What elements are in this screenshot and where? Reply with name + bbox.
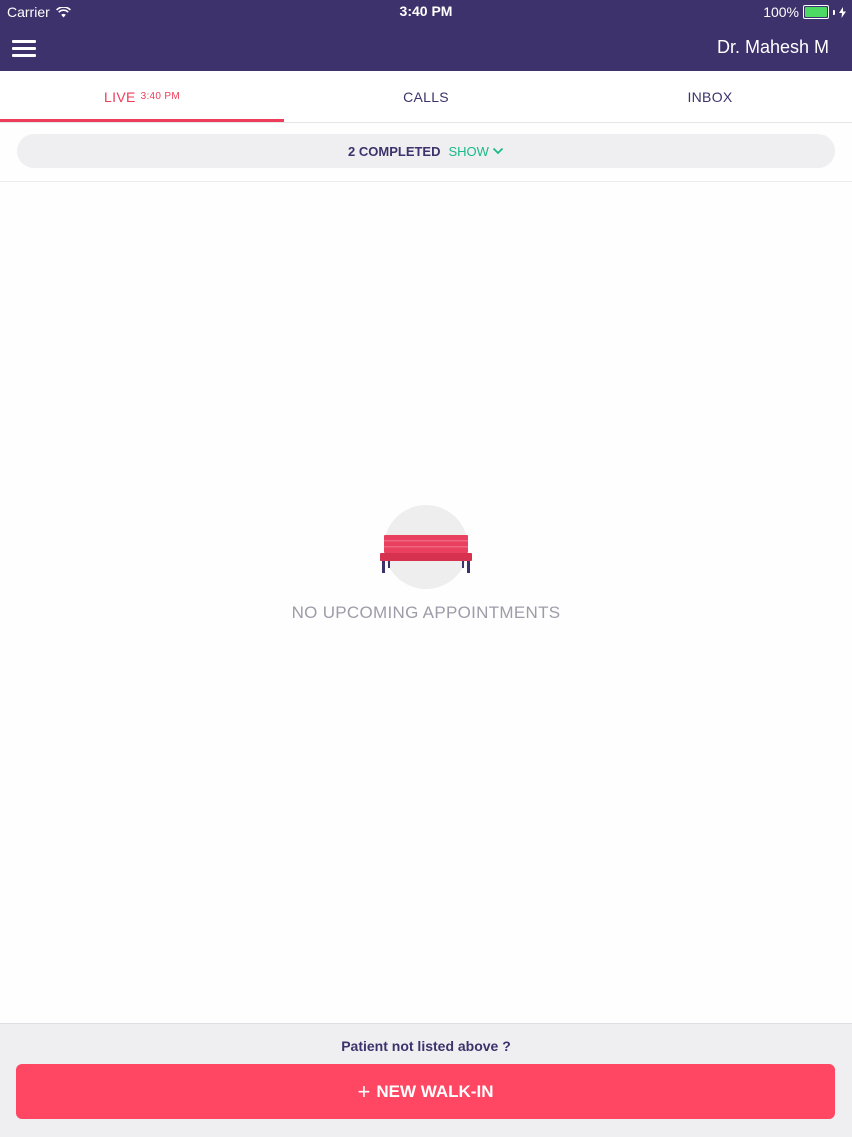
new-walk-in-label: NEW WALK-IN [376, 1081, 494, 1101]
status-time: 3:40 PM [399, 3, 453, 19]
battery-percent: 100% [763, 4, 799, 20]
hamburger-menu-icon[interactable] [12, 40, 36, 58]
charging-icon [839, 6, 846, 18]
battery-icon [803, 5, 829, 19]
menu-line [12, 40, 36, 43]
menu-line [12, 54, 36, 57]
battery-level [805, 7, 827, 17]
completed-bar: 2 COMPLETED SHOW [17, 134, 835, 168]
plus-icon: + [357, 1078, 371, 1104]
empty-state-message: NO UPCOMING APPOINTMENTS [291, 603, 561, 622]
empty-state: NO UPCOMING APPOINTMENTS [0, 505, 852, 623]
battery-cap [833, 9, 835, 15]
tab-live-label: LIVE [104, 88, 136, 105]
empty-state-illustration [380, 505, 472, 589]
tab-calls-label: CALLS [403, 88, 449, 105]
tab-live-time: 3:40 PM [140, 91, 180, 102]
footer: Patient not listed above ? + NEW WALK-IN [0, 1023, 852, 1137]
tab-inbox[interactable]: INBOX [568, 71, 852, 122]
menu-line [12, 47, 36, 50]
app-header: Carrier 3:40 PM 100% Dr. Mahesh M [0, 0, 852, 71]
tab-live[interactable]: LIVE 3:40 PM [0, 71, 284, 122]
completed-count: 2 COMPLETED [348, 143, 441, 159]
tab-inbox-label: INBOX [687, 88, 733, 105]
tab-bar: LIVE 3:40 PM CALLS INBOX [0, 71, 852, 123]
tab-calls[interactable]: CALLS [284, 71, 568, 122]
new-walk-in-button[interactable]: + NEW WALK-IN [16, 1064, 835, 1119]
chevron-down-icon [492, 147, 504, 155]
user-name[interactable]: Dr. Mahesh M [717, 37, 829, 58]
divider [0, 181, 852, 182]
show-label: SHOW [448, 143, 489, 159]
status-right: 100% [763, 4, 846, 20]
bench-icon [380, 535, 472, 573]
footer-prompt: Patient not listed above ? [341, 1038, 511, 1054]
show-completed-button[interactable]: SHOW [449, 144, 504, 159]
status-bar: Carrier 3:40 PM 100% [0, 0, 852, 24]
